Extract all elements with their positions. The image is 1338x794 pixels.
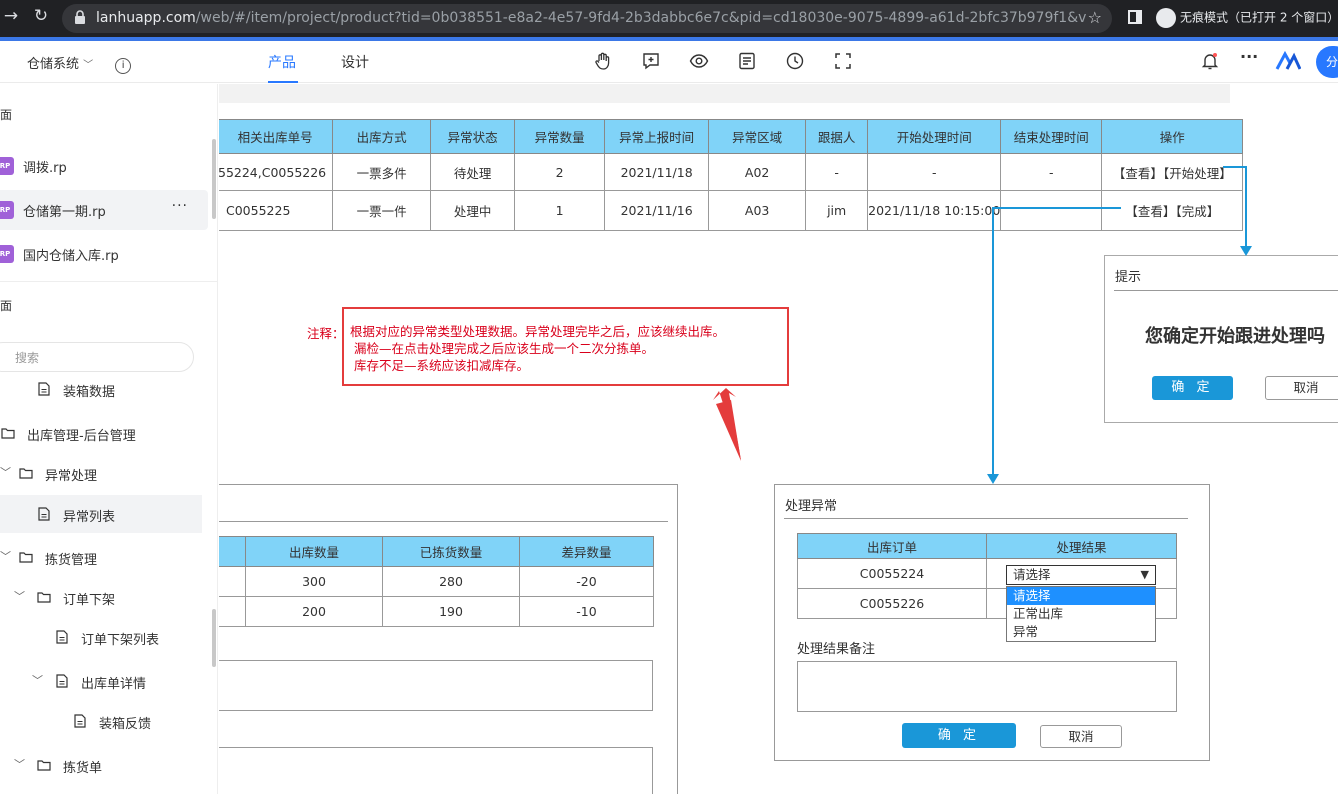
project-selector[interactable]: 仓储系统 ﹀ i	[27, 53, 132, 74]
tree-item-page[interactable]: ﹀ 出库单详情	[0, 663, 208, 699]
chevron-down-icon[interactable]: ﹀	[0, 464, 11, 480]
tree-item-page[interactable]: 装箱数据	[0, 371, 208, 407]
history-icon[interactable]	[785, 51, 805, 71]
info-icon[interactable]: i	[115, 58, 132, 74]
chevron-down-icon[interactable]: ﹀	[14, 588, 25, 604]
comment-icon[interactable]	[641, 51, 661, 71]
rp-file-label: 国内仓储入库.rp	[23, 249, 119, 264]
tree-item-label: 订单下架列表	[81, 633, 160, 648]
folder-icon	[37, 592, 51, 603]
tree-item-label: 出库管理-后台管理	[27, 429, 136, 444]
tree-item-folder[interactable]: ﹀ 拣货管理	[0, 539, 208, 575]
rp-file-icon: RP	[0, 245, 14, 263]
incognito-indicator[interactable]: 无痕模式（已打开 2 个窗口）	[1156, 8, 1338, 28]
section-header-fragment: 面	[0, 299, 13, 313]
search-placeholder: 搜索	[15, 351, 40, 365]
notes-icon[interactable]	[737, 51, 757, 71]
rp-file-icon: RP	[0, 157, 14, 175]
tree-item-page[interactable]: 装箱反馈	[0, 703, 208, 739]
folder-icon	[19, 468, 33, 479]
tree-item-label: 异常列表	[63, 510, 116, 525]
tree-item-label: 出库单详情	[81, 677, 147, 692]
incognito-icon	[1156, 8, 1176, 28]
app-header: 仓储系统 ﹀ i 产品 设计 ··· 分	[0, 41, 1338, 83]
sidebar: 面 RP 调拨.rp RP 仓储第一期.rp ··· RP 国内仓储入库.rp …	[0, 84, 218, 794]
address-bar[interactable]: lanhuapp.com/web/#/item/project/product?…	[62, 4, 1112, 33]
rp-file-icon: RP	[0, 201, 14, 219]
rp-file-item[interactable]: RP 国内仓储入库.rp	[0, 234, 208, 274]
hand-icon[interactable]	[593, 51, 613, 71]
tree-item-folder[interactable]: ﹀ 订单下架	[0, 579, 208, 615]
tree-item-label: 异常处理	[45, 469, 98, 484]
folder-icon	[1, 428, 15, 439]
arrow-head	[987, 474, 999, 484]
tree-item-folder[interactable]: 出库管理-后台管理	[0, 415, 208, 451]
page-icon	[56, 674, 68, 688]
forward-icon[interactable]: →	[0, 6, 22, 26]
tab-product[interactable]: 产品	[268, 52, 296, 72]
tree-item-page-selected[interactable]: 异常列表	[0, 495, 202, 533]
tab-underline	[268, 81, 298, 83]
page-icon	[74, 714, 86, 728]
red-arrow-body	[716, 400, 741, 461]
browser-toolbar: → ↻ lanhuapp.com/web/#/item/project/prod…	[0, 0, 1338, 37]
tab-design[interactable]: 设计	[341, 52, 369, 72]
divider	[0, 281, 218, 282]
chevron-down-icon[interactable]: ﹀	[32, 672, 43, 688]
connector-overlay	[713, 166, 1252, 484]
tree-item-label: 订单下架	[63, 593, 116, 608]
rp-file-label: 仓储第一期.rp	[23, 205, 106, 220]
tree-item-label: 拣货管理	[45, 553, 98, 568]
tree-item-folder[interactable]: ﹀ 异常处理	[0, 455, 208, 491]
prototype-canvas: 相关出库单号 出库方式 异常状态 异常数量 异常上报时间 异常区域 跟据人 开始…	[219, 84, 1338, 794]
page-icon	[56, 630, 68, 644]
bookmark-star-icon[interactable]: ☆	[1088, 8, 1102, 27]
tree-item-label: 装箱反馈	[99, 717, 152, 732]
arrow-head	[1240, 246, 1252, 256]
lock-icon	[75, 10, 85, 24]
tree-item-page[interactable]: 订单下架列表	[0, 619, 208, 655]
share-button[interactable]: 分	[1316, 46, 1338, 78]
eye-icon[interactable]	[689, 51, 709, 71]
page-icon	[38, 507, 50, 521]
chevron-down-icon: ﹀	[83, 60, 94, 71]
tree-item-folder[interactable]: ﹀ 拣货单	[0, 747, 208, 783]
scrollbar[interactable]	[212, 609, 216, 667]
url-text: lanhuapp.com/web/#/item/project/product?…	[96, 10, 1086, 26]
rp-file-label: 调拨.rp	[23, 161, 67, 176]
logo-icon[interactable]	[1275, 51, 1301, 71]
chevron-down-icon[interactable]: ﹀	[0, 548, 11, 564]
page-search-input[interactable]: 搜索	[0, 342, 194, 372]
more-icon[interactable]: ···	[1240, 47, 1258, 66]
folder-icon	[37, 760, 51, 771]
folder-icon	[19, 552, 33, 563]
section-header-fragment: 面	[0, 108, 13, 122]
connector-line	[992, 207, 1121, 477]
bell-icon[interactable]	[1200, 51, 1220, 71]
page-icon	[38, 382, 50, 396]
more-options-icon[interactable]: ···	[172, 198, 188, 214]
connector-line	[1223, 166, 1247, 250]
rp-file-item-selected[interactable]: RP 仓储第一期.rp ···	[0, 190, 208, 230]
scrollbar[interactable]	[212, 139, 216, 219]
fullscreen-icon[interactable]	[833, 51, 853, 71]
tree-item-label: 拣货单	[63, 761, 103, 776]
rp-file-item[interactable]: RP 调拨.rp	[0, 146, 208, 186]
tree-item-label: 装箱数据	[63, 385, 116, 400]
side-panel-icon[interactable]	[1128, 10, 1142, 24]
chevron-down-icon[interactable]: ﹀	[14, 756, 25, 772]
reload-icon[interactable]: ↻	[30, 6, 52, 26]
